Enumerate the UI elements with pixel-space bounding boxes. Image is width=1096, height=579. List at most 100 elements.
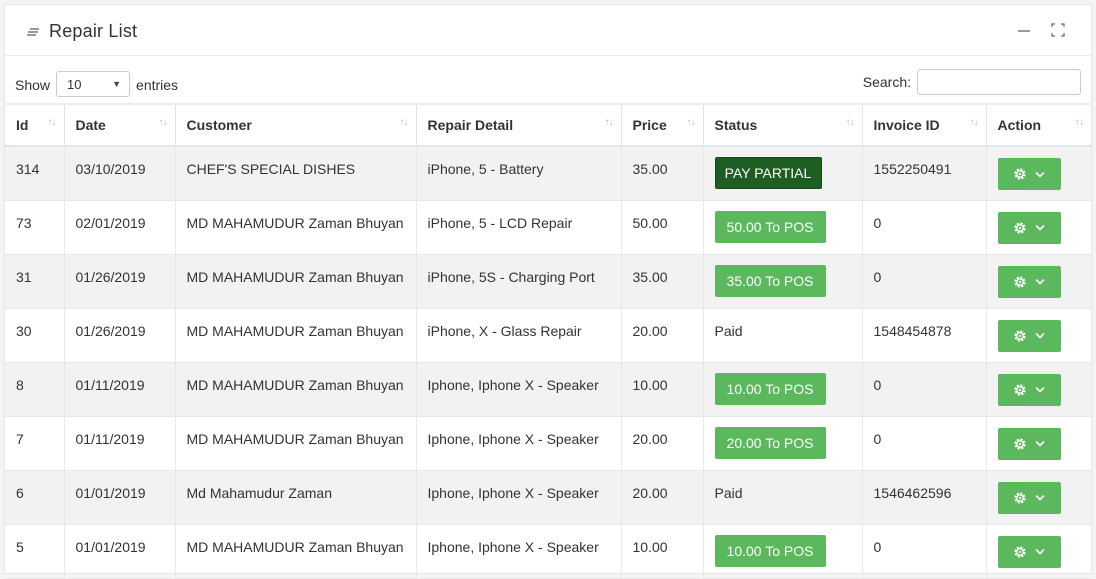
cell-status: 20.00 To POS [703,416,863,471]
action-dropdown-button[interactable] [997,481,1061,514]
cell-id: 314 [5,146,65,201]
sort-icon: ↑↓ [47,117,57,128]
table-header-row: Id ↑↓ Date ↑↓ Customer ↑↓ Repair Detail ↑↓ P… [5,103,1091,147]
cell-customer: MD MAHAMUDUR Zaman Bhuyan [175,524,417,579]
to-pos-button[interactable]: 35.00 To POS [714,264,826,297]
cell-id: 30 [5,308,65,363]
page-title: Repair List [49,21,138,41]
cell-action [986,254,1091,309]
gear-icon [1014,329,1026,342]
cell-price: 50.00 [621,200,704,255]
sort-icon: ↑↓ [158,117,168,128]
column-header-date[interactable]: Date ↑↓ [64,103,176,147]
action-dropdown-button[interactable] [997,427,1061,460]
cell-repair-detail: iPhone, 5 - LCD Repair [416,200,622,255]
column-header-invoice-id[interactable]: Invoice ID ↑↓ [862,103,987,147]
page-size-control: Show 10 ▼ entries [15,71,179,97]
search-input[interactable] [917,69,1081,95]
gear-icon [1014,221,1026,234]
cell-date: 01/01/2019 [64,524,176,579]
table-row: 30 01/26/2019 MD MAHAMUDUR Zaman Bhuyan iPh… [5,308,1091,363]
cell-repair-detail: Iphone, Iphone X - Speaker [416,362,622,417]
to-pos-button[interactable]: 20.00 To POS [714,426,826,459]
sort-icon: ↑↓ [604,117,614,128]
cell-customer: MD MAHAMUDUR Zaman Bhuyan [175,362,417,417]
cell-price: 10.00 [621,524,704,579]
column-header-action[interactable]: Action ↑↓ [986,103,1091,147]
action-dropdown-button[interactable] [997,535,1061,568]
entries-label: entries [136,77,179,93]
action-dropdown-button[interactable] [997,211,1061,244]
chevron-down-icon [1035,332,1045,339]
cell-repair-detail: iPhone, X - Glass Repair [416,308,622,363]
cell-id: 73 [5,200,65,255]
cell-invoice-id: 0 [862,416,987,471]
cell-action [986,416,1091,471]
gear-icon [1014,168,1026,180]
search-control: Search: [863,69,1081,95]
pay-partial-button[interactable]: PAY PARTIAL [714,157,822,189]
cell-id: 8 [5,362,65,417]
sort-icon: ↑↓ [969,117,979,128]
cell-customer: MD MAHAMUDUR Zaman Bhuyan [175,308,417,363]
column-header-repair-detail[interactable]: Repair Detail ↑↓ [416,103,622,147]
chevron-down-icon [1035,440,1045,447]
to-pos-button[interactable]: 50.00 To POS [714,210,826,243]
column-header-price[interactable]: Price ↑↓ [621,103,704,147]
sort-icon: ↑↓ [686,117,696,128]
cell-date: 02/01/2019 [64,200,176,255]
cell-date: 01/11/2019 [64,362,176,417]
gear-icon [1014,275,1026,288]
table-row: 31 01/26/2019 MD MAHAMUDUR Zaman Bhuyan iPh… [5,254,1091,309]
cell-action [986,146,1091,201]
cell-price: 20.00 [621,308,704,363]
cell-invoice-id: 1548454878 [862,308,987,363]
action-dropdown-button[interactable] [997,319,1061,352]
chevron-down-icon [1035,386,1045,393]
chevron-down-icon [1035,224,1045,231]
cell-customer: MD MAHAMUDUR Zaman Bhuyan [175,416,417,471]
cell-id: 31 [5,254,65,309]
cell-repair-detail: Iphone, Iphone X - Speaker [416,416,622,471]
gear-icon [1014,437,1026,450]
sort-icon: ↑↓ [1075,117,1084,128]
cell-action [986,470,1091,525]
action-dropdown-button[interactable] [997,158,1061,190]
gear-icon [1014,545,1026,558]
cell-date: 01/11/2019 [64,416,176,471]
action-dropdown-button[interactable] [997,373,1061,406]
chevron-down-icon [1035,171,1045,178]
cell-price: 20.00 [621,470,704,525]
search-label: Search: [862,74,911,90]
chevron-down-icon [1035,278,1045,285]
cell-repair-detail: iPhone, 5 - Battery [416,146,622,201]
cell-status: 10.00 To POS [703,524,863,579]
chevron-down-icon [1035,494,1045,501]
table-row: 5 01/01/2019 MD MAHAMUDUR Zaman Bhuyan Ipho… [5,524,1091,579]
to-pos-button[interactable]: 10.00 To POS [714,372,826,405]
cell-repair-detail: Iphone, Iphone X - Speaker [416,470,622,525]
page-size-select[interactable]: 10 ▼ [56,71,131,97]
action-dropdown-button[interactable] [997,265,1061,298]
cell-customer: Md Mahamudur Zaman [175,470,417,525]
minimize-icon[interactable] [1017,23,1031,37]
list-icon [27,27,39,36]
repair-table: Id ↑↓ Date ↑↓ Customer ↑↓ Repair Detail ↑↓ P… [5,103,1091,579]
cell-status: 35.00 To POS [703,254,863,309]
column-header-customer[interactable]: Customer ↑↓ [175,103,417,147]
column-header-status[interactable]: Status ↑↓ [703,103,863,147]
to-pos-button[interactable]: 10.00 To POS [714,534,826,567]
chevron-down-icon [1035,548,1045,555]
cell-date: 03/10/2019 [64,146,176,201]
repair-list-panel: Repair List Show 10 ▼ entries Search: Id… [4,4,1092,579]
cell-invoice-id: 0 [862,362,987,417]
cell-action [986,200,1091,255]
column-header-id[interactable]: Id ↑↓ [5,103,65,147]
header-tools [1017,23,1065,37]
cell-date: 01/26/2019 [64,254,176,309]
fullscreen-icon[interactable] [1051,23,1065,37]
cell-id: 6 [5,470,65,525]
cell-invoice-id: 0 [862,254,987,309]
cell-price: 10.00 [621,362,704,417]
cell-status: 10.00 To POS [703,362,863,417]
